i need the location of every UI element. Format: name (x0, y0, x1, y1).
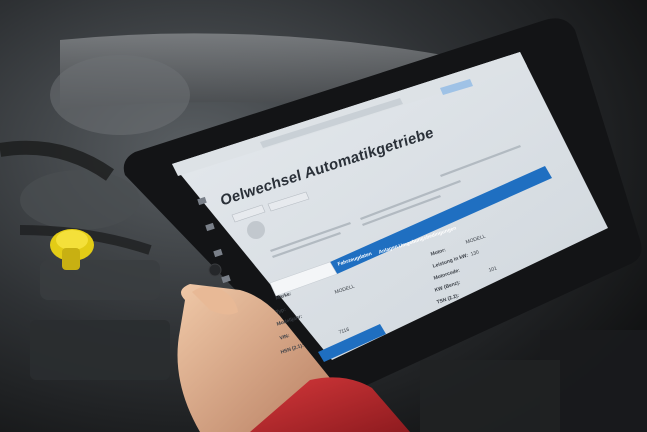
photo: Oelwechsel Automatikgetriebe Fahrzeugdat… (0, 0, 647, 432)
engine-part (420, 360, 560, 432)
avatar (247, 221, 265, 239)
engine-bay-background (0, 0, 647, 432)
engine-part (50, 55, 190, 135)
engine-part (20, 170, 140, 230)
home-button (208, 263, 222, 277)
engine-part (40, 260, 160, 300)
engine-part (30, 320, 170, 380)
